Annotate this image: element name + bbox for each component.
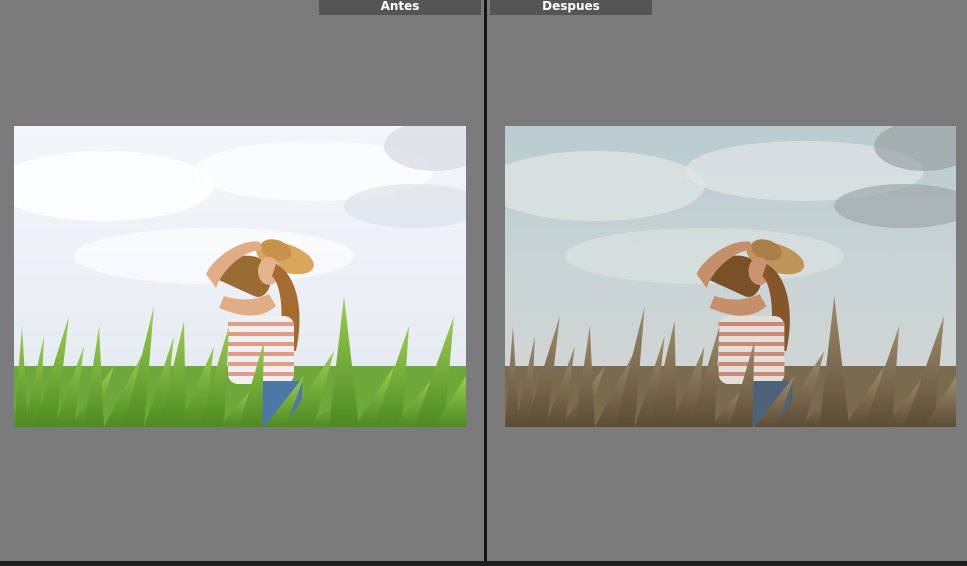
before-pane[interactable]: Antes — [0, 0, 484, 561]
before-label: Antes — [319, 0, 481, 15]
before-photo[interactable] — [14, 126, 466, 427]
after-label: Despues — [490, 0, 652, 15]
after-photo-image — [505, 126, 956, 427]
after-photo[interactable] — [505, 126, 956, 427]
before-photo-image — [14, 126, 466, 427]
bottom-edge-bar — [0, 561, 967, 566]
after-pane[interactable]: Despues — [487, 0, 967, 561]
before-after-compare-view: Antes Despues — [0, 0, 967, 566]
